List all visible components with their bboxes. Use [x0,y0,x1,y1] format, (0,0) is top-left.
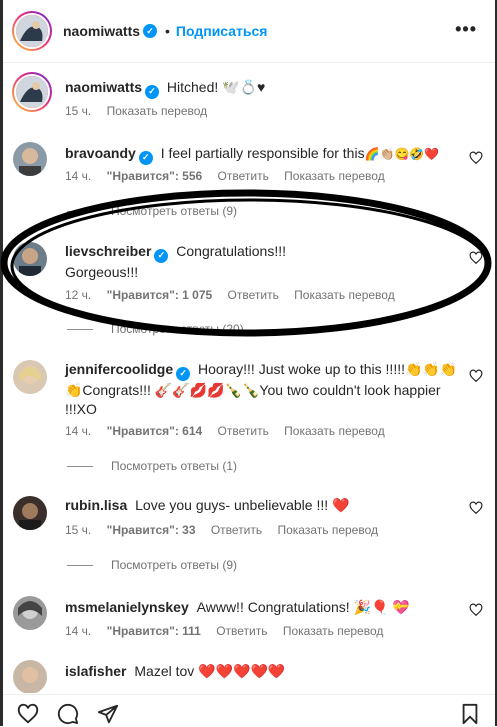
bookmark-icon[interactable] [459,703,481,725]
comment-icon[interactable] [57,703,79,725]
comment-text: Awww!! Congratulations! 🎉🎈 💝 [196,599,410,615]
reply-button[interactable]: Ответить [218,424,269,438]
more-options-icon[interactable]: ••• [455,20,477,38]
avatar[interactable] [13,142,47,176]
comment-text: Hooray!!! Just woke up to this !!!!!👏👏👏 [198,361,458,377]
translate-link[interactable]: Показать перевод [284,169,385,183]
post-header: naomiwatts ✓ • Подписаться ••• [3,0,495,63]
view-replies-button[interactable]: Посмотреть ответы (1) [67,459,237,473]
post-author-username[interactable]: naomiwatts [63,23,140,39]
paper-plane-icon[interactable] [97,703,119,725]
comment-username[interactable]: islafisher [65,663,126,679]
avatar[interactable] [13,360,47,394]
heart-icon[interactable] [469,501,483,515]
reply-button[interactable]: Ответить [216,624,267,638]
separator-dot: • [165,23,170,39]
comment-text-line3: !!!XO [65,400,97,417]
comment-item: islafisher Mazel tov ❤️❤️❤️❤️❤️ [3,660,495,693]
comment-time: 14 ч. [65,169,92,183]
avatar[interactable] [13,242,47,276]
verified-badge-icon: ✓ [138,150,153,165]
comment-time: 12 ч. [65,288,92,302]
comment-time: 14 ч. [65,424,92,438]
view-replies-button[interactable]: Посмотреть ответы (20) [67,322,244,336]
follow-button[interactable]: Подписаться [176,23,268,39]
heart-icon[interactable] [469,251,483,265]
comment-text: Love you guys- unbelievable !!! ❤️ [135,497,350,513]
heart-icon[interactable] [469,151,483,165]
avatar[interactable] [13,496,47,530]
translate-link[interactable]: Показать перевод [277,523,378,537]
comment-text-line2: Gorgeous!!! [65,263,139,280]
view-replies-button[interactable]: Посмотреть ответы (9) [67,558,237,572]
verified-badge-icon: ✓ [154,248,169,263]
reply-button[interactable]: Ответить [228,288,279,302]
like-count[interactable]: "Нравится": 1 075 [107,288,213,302]
comment-text-line2: 👏Congrats!!! 🎸🎸💋💋🍾🍾You two couldn't look… [65,381,441,398]
translate-link[interactable]: Показать перевод [107,104,208,118]
post-action-bar [3,694,495,727]
view-replies-button[interactable]: Посмотреть ответы (9) [67,204,237,218]
translate-link[interactable]: Показать перевод [283,624,384,638]
verified-badge-icon: ✓ [143,24,158,38]
like-count[interactable]: "Нравится": 556 [107,169,203,183]
comment-username[interactable]: bravoandy [65,145,136,161]
translate-link[interactable]: Показать перевод [284,424,385,438]
comment-username[interactable]: msmelanielynskey [65,599,189,615]
comment-username[interactable]: jennifercoolidge [65,361,173,377]
comment-text: Congratulations!!! [176,243,287,259]
reply-button[interactable]: Ответить [211,523,262,537]
reply-button[interactable]: Ответить [218,169,269,183]
view-replies-label: Посмотреть ответы (1) [111,459,238,473]
comment-username[interactable]: lievschreiber [65,243,151,259]
comment-text: Mazel tov ❤️❤️❤️❤️❤️ [134,663,286,679]
comment-emojis: 🌈👏🏼😋🤣❤️ [364,147,440,161]
avatar[interactable] [13,660,47,693]
comment-time: 14 ч. [65,624,92,638]
comment-text: Hitched! 🕊️💍♥ [166,79,266,95]
verified-badge-icon: ✓ [145,84,160,99]
heart-icon[interactable] [17,703,39,725]
view-replies-label: Посмотреть ответы (9) [111,558,238,572]
avatar[interactable] [12,11,52,51]
view-replies-label: Посмотреть ответы (20) [111,322,244,336]
comment-username[interactable]: naomiwatts [65,79,142,95]
comment-username[interactable]: rubin.lisa [65,497,127,513]
comment-text: I feel partially responsible for this [160,145,365,161]
comment-time: 15 ч. [65,523,92,537]
view-replies-label: Посмотреть ответы (9) [111,204,238,218]
like-count[interactable]: "Нравится": 614 [107,424,203,438]
like-count[interactable]: "Нравится": 33 [107,523,196,537]
avatar[interactable] [13,596,47,630]
window-frame-left [0,0,3,726]
verified-badge-icon: ✓ [176,366,191,381]
comment-time: 15 ч. [65,104,92,118]
avatar[interactable] [12,72,52,112]
like-count[interactable]: "Нравится": 111 [107,624,201,638]
heart-icon[interactable] [469,603,483,617]
heart-icon[interactable] [469,369,483,383]
translate-link[interactable]: Показать перевод [294,288,395,302]
